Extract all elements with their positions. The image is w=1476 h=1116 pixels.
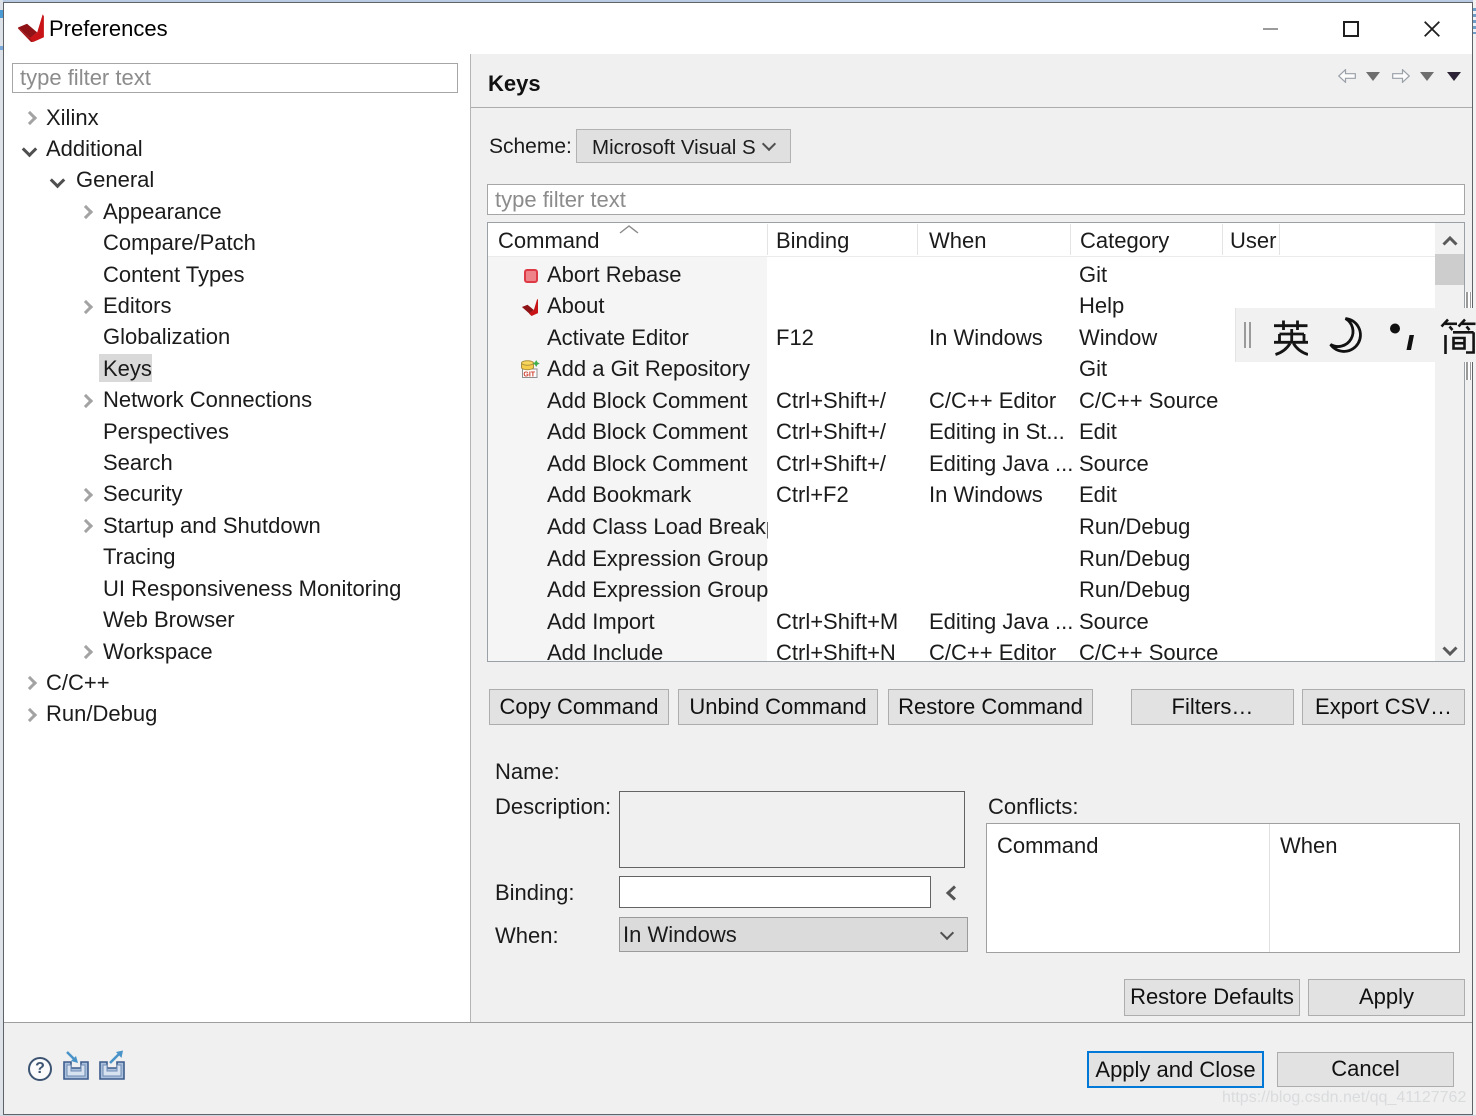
svg-text:GIT: GIT	[523, 371, 535, 378]
